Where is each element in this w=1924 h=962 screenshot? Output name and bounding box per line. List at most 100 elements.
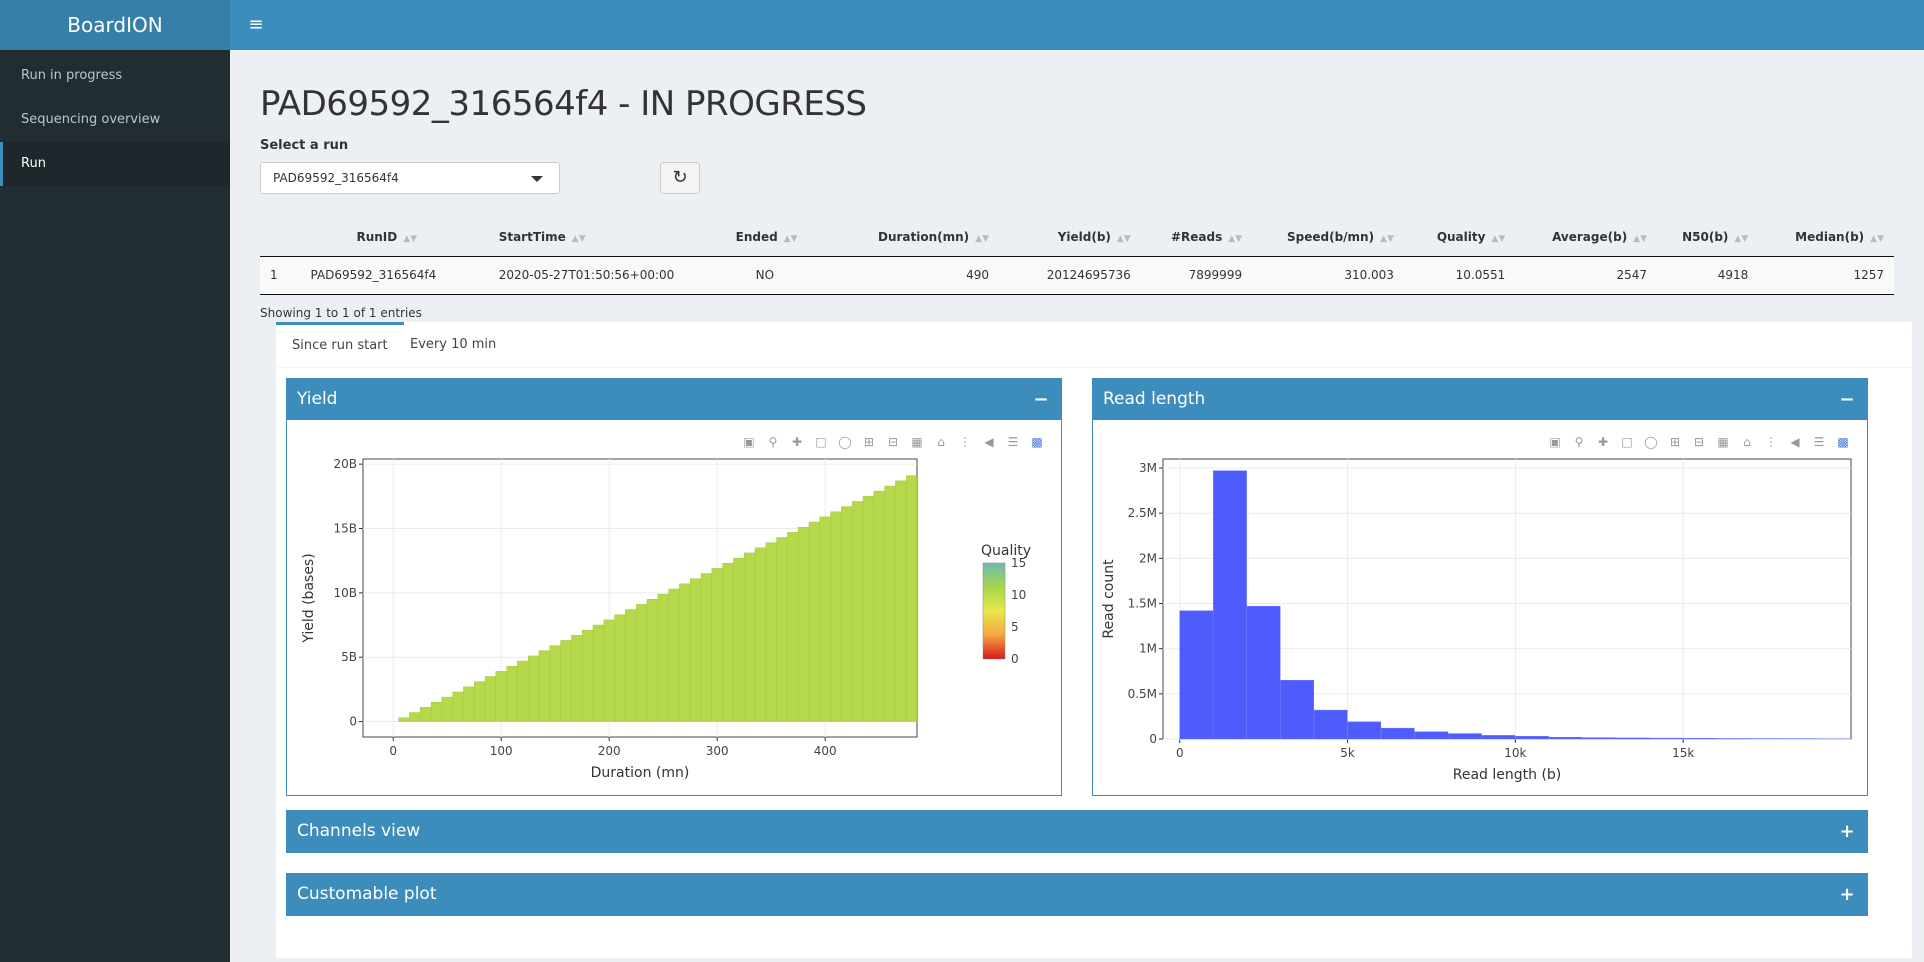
bar [646,599,658,722]
x-tick-label: 100 [490,744,513,758]
bar [851,501,863,722]
x-tick-label: 0 [1176,746,1184,760]
col-header-duration[interactable]: Duration(mn) ▲▼ [837,218,999,257]
app-logo[interactable]: BoardION [0,0,230,50]
tab-every-10-min[interactable]: Every 10 min [394,322,512,368]
sidebar-menu: Run in progress Sequencing overview Run [0,54,230,186]
col-header-starttime[interactable]: StartTime ▲▼ [482,218,726,257]
bar [1380,727,1415,740]
bar [560,640,572,722]
top-navbar: ≡ [230,0,1924,50]
select-run-label: Select a run [260,138,349,153]
bar [495,671,507,722]
sidebar-item-sequencing-overview[interactable]: Sequencing overview [0,98,230,142]
col-header-runid[interactable]: RunID ▲▼ [300,218,483,257]
bar [841,506,853,722]
bar [484,676,496,722]
bar [797,526,809,722]
runs-table: RunID ▲▼ StartTime ▲▼ Ended ▲▼ Duration(mn)… [260,218,1894,295]
col-header-reads[interactable]: #Reads ▲▼ [1140,218,1253,257]
run-select[interactable]: PAD69592_316564f4 [260,162,560,194]
col-header-yield[interactable]: Yield(b) ▲▼ [999,218,1141,257]
bar [517,660,529,722]
y-tick-label: 15B [333,522,357,536]
plot-tabs: Since run start Every 10 min [276,322,1912,368]
bar [409,712,421,722]
collapse-button[interactable]: − [1031,379,1051,420]
bar [1548,736,1583,740]
channels-box: Channels view + [286,810,1868,853]
bar [700,573,712,722]
sidebar-item-run-in-progress[interactable]: Run in progress [0,54,230,98]
bar [527,655,539,722]
bar [1582,737,1617,740]
x-tick-label: 200 [598,744,621,758]
read-length-box-header: Read length − [1093,379,1867,420]
chevron-down-icon [531,176,543,182]
col-header-ended[interactable]: Ended ▲▼ [725,218,838,257]
bar [711,568,723,722]
bar [1649,737,1684,740]
tab-since-run-start[interactable]: Since run start [276,322,404,368]
y-tick-label: 0.5M [1128,687,1157,701]
y-tick-label: 3M [1139,461,1157,475]
sidebar: BoardION Run in progress Sequencing over… [0,0,230,962]
y-tick-label: 10B [333,586,357,600]
cell-starttime: 2020-05-27T01:50:56+00:00 [482,256,726,295]
y-axis-label: Read count [1101,559,1117,639]
custom-plot-box: Customable plot + [286,873,1868,916]
yield-box: Yield − ▣ ⚲ ✚ □ ◯ ⊞ ⊟ ▦ ⌂ ⋮ ◀ ☰ ▩ 0 100 20… [286,378,1062,796]
bar [722,563,734,722]
bar [679,583,691,722]
y-tick-label: 20B [333,457,357,471]
col-header-speed[interactable]: Speed(b/mn) ▲▼ [1252,218,1404,257]
channels-box-title: Channels view [297,821,421,841]
bar [1716,738,1751,740]
bar [1682,738,1717,740]
y-tick-label: 2M [1139,551,1157,565]
bar [603,619,615,722]
bar [895,480,907,722]
sidebar-item-run[interactable]: Run [0,142,230,186]
run-select-value: PAD69592_316564f4 [273,171,399,185]
bar [430,702,442,722]
bar [1515,736,1549,740]
bar [635,604,647,722]
cell-duration: 490 [837,256,999,295]
bar [873,490,885,722]
bar [765,542,777,722]
bar [506,665,518,722]
bar [452,691,464,722]
hamburger-icon[interactable]: ≡ [244,13,268,37]
bar [398,717,410,722]
page-title: PAD69592_316564f4 - IN PROGRESS [260,84,867,124]
bar [581,629,593,722]
channels-box-header[interactable]: Channels view + [287,811,1867,852]
col-header-n50[interactable]: N50(b) ▲▼ [1657,218,1759,257]
col-header-quality[interactable]: Quality ▲▼ [1403,218,1516,257]
x-axis-label: Read length (b) [1453,767,1562,783]
read-length-chart: 0 5k 10k 15k 0 0.5M 1M 1.5M 2M 2.5M 3M Read length … [1101,458,1852,783]
bar [754,547,766,722]
table-row[interactable]: 1 PAD69592_316564f4 2020-05-27T01:50:56+… [260,256,1894,295]
bar [776,537,788,722]
bar [1213,470,1247,740]
y-tick-label: 5B [341,650,357,664]
collapse-button[interactable]: − [1837,379,1857,420]
col-header-average[interactable]: Average(b) ▲▼ [1515,218,1658,257]
y-tick-label: 0 [1149,732,1157,746]
x-tick-label: 5k [1340,746,1355,760]
colorbar-tick-label: 5 [1011,620,1019,634]
colorbar [982,562,1006,660]
bar [733,557,745,722]
bar [787,532,799,722]
col-header-median[interactable]: Median(b) ▲▼ [1758,218,1894,257]
col-header-index [260,218,301,257]
custom-plot-box-header[interactable]: Customable plot + [287,874,1867,915]
refresh-button[interactable]: ↻ [660,162,700,194]
bar [538,650,550,722]
bar [441,696,453,722]
cell-ended: NO [725,256,838,295]
expand-button[interactable]: + [1837,811,1857,852]
expand-button[interactable]: + [1837,874,1857,915]
